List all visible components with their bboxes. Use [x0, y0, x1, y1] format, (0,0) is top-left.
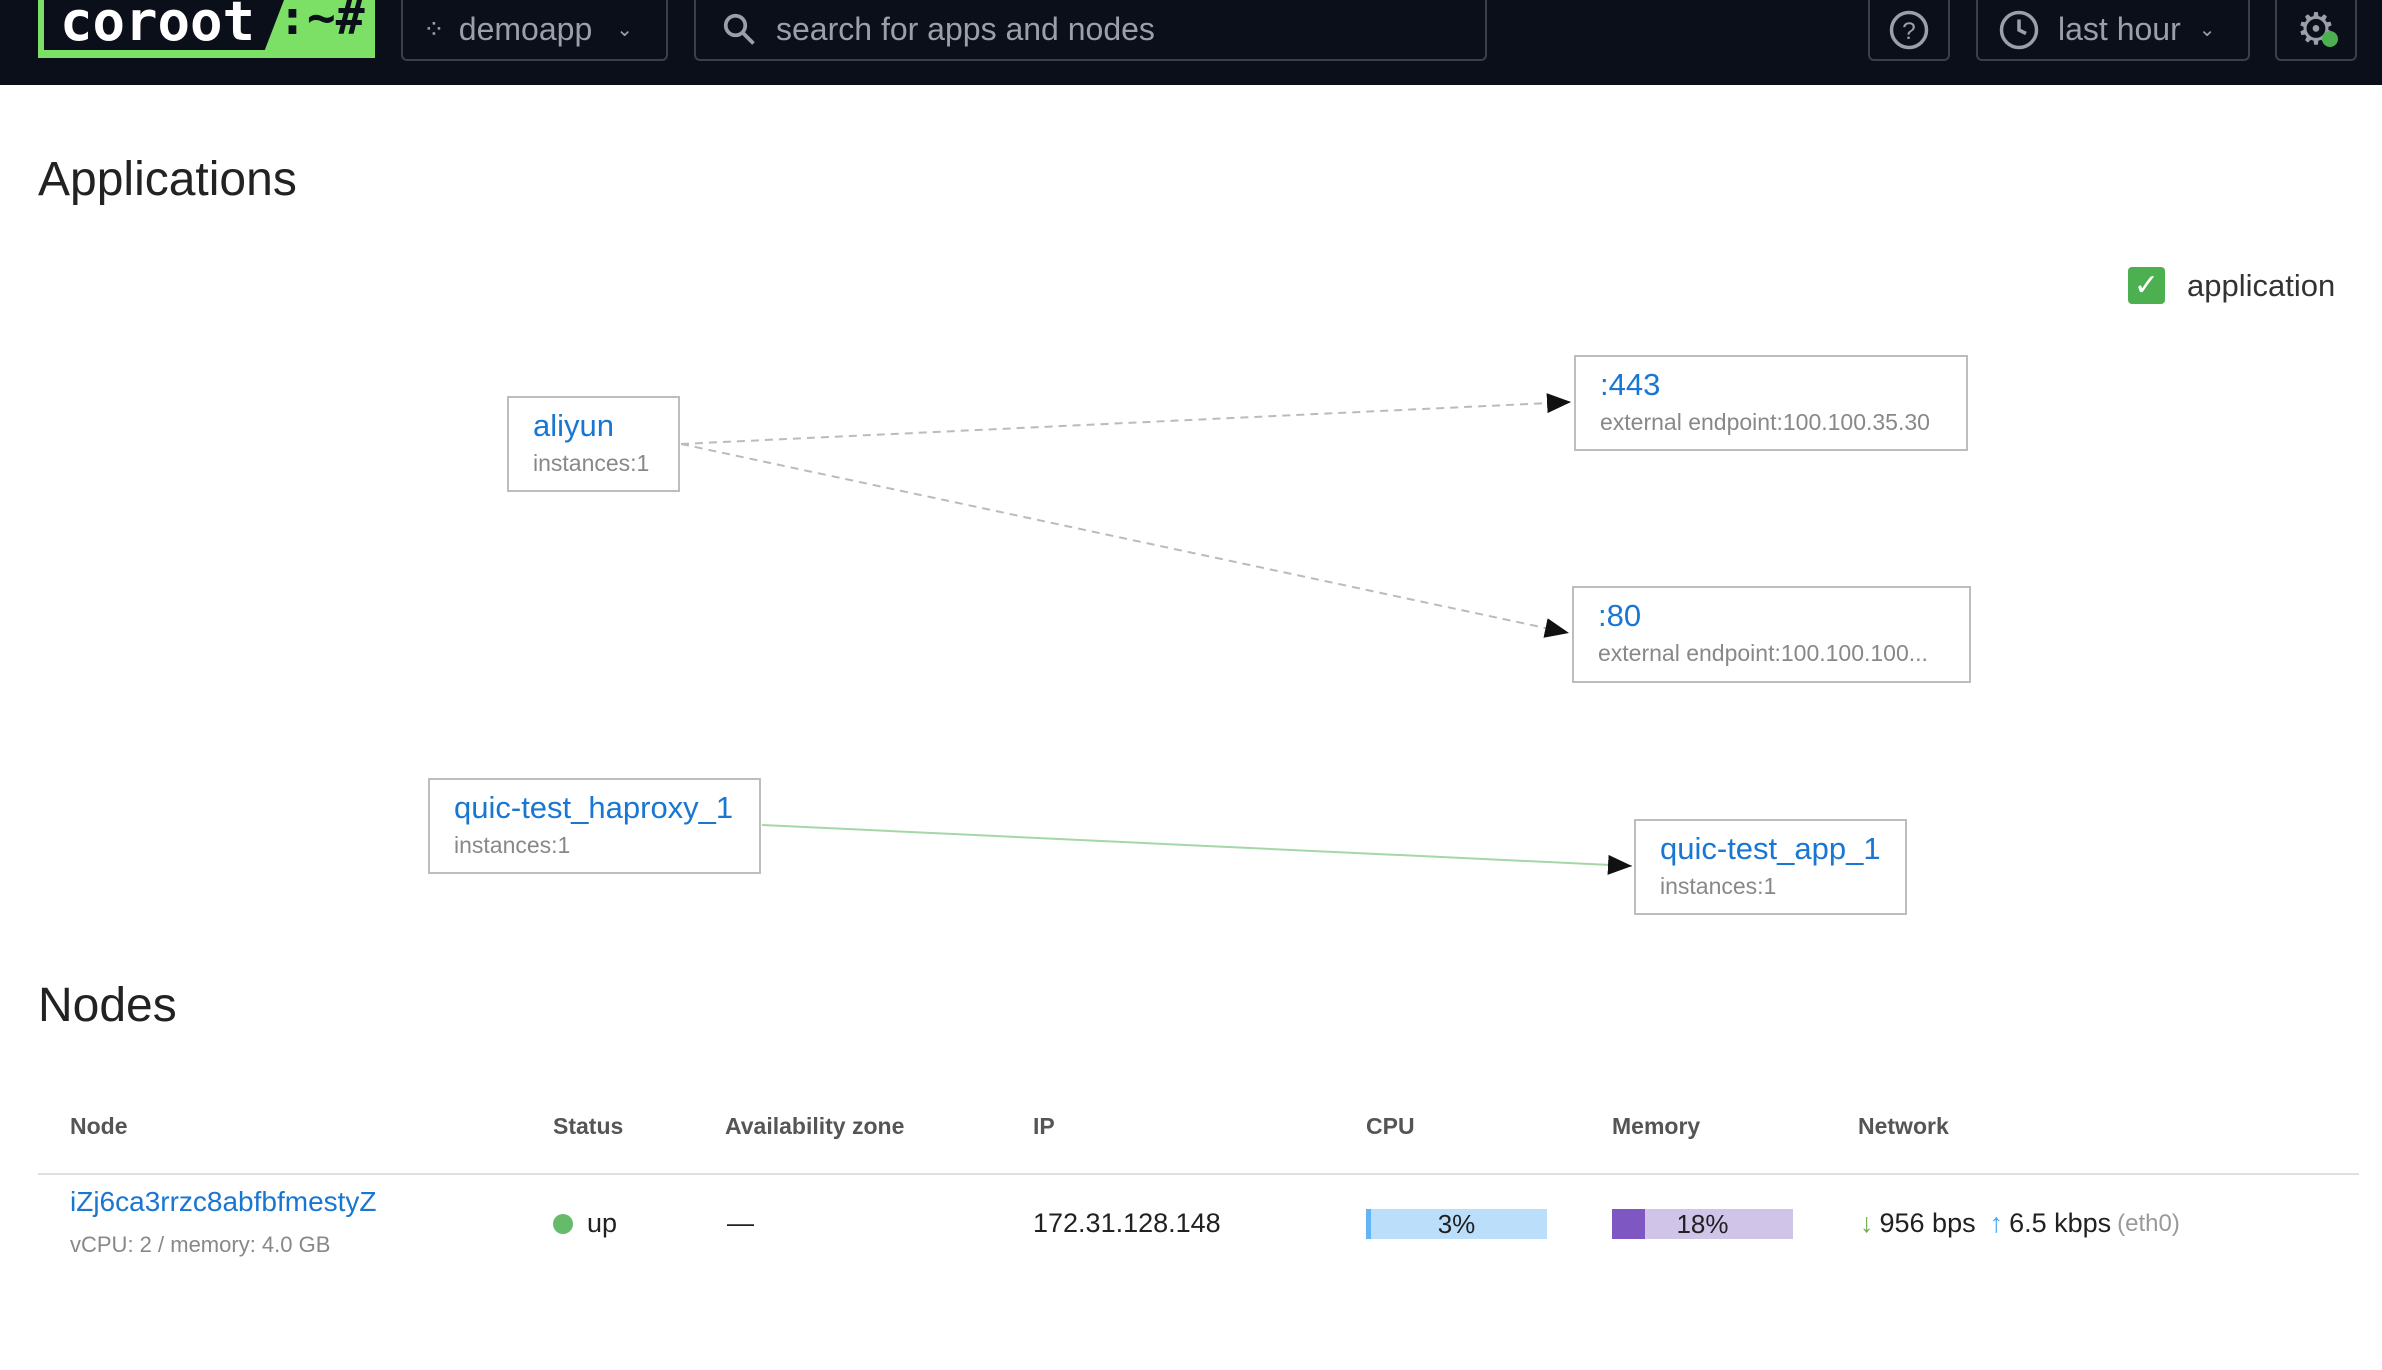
- node-name-link[interactable]: iZj6ca3rrzc8abfbfmestyZ: [70, 1186, 377, 1218]
- table-header-divider: [38, 1173, 2359, 1175]
- status-text: up: [587, 1208, 618, 1238]
- edge-haproxy-app: [761, 824, 1633, 875]
- arrow-up-icon: ↑: [1989, 1208, 2004, 1238]
- app-name[interactable]: :443: [1600, 367, 1942, 403]
- app-name[interactable]: quic-test_app_1: [1660, 831, 1881, 867]
- memory-value: 18%: [1676, 1209, 1729, 1239]
- cpu-bar-fill: [1366, 1209, 1372, 1239]
- app-sub: instances:1: [454, 832, 571, 858]
- cpu-value: 3%: [1437, 1209, 1476, 1239]
- app-sub: external endpoint:100.100.35.30: [1600, 409, 1930, 435]
- cpu-bar: 3%: [1366, 1209, 1547, 1239]
- col-network[interactable]: Network: [1858, 1113, 1949, 1140]
- app-name[interactable]: :80: [1598, 598, 1945, 634]
- app-name[interactable]: aliyun: [533, 408, 654, 444]
- col-node[interactable]: Node: [70, 1113, 128, 1140]
- app-node-haproxy[interactable]: quic-test_haproxy_1 instances:1: [428, 778, 761, 874]
- app-sub: external endpoint:100.100.100...: [1598, 640, 1928, 666]
- node-specs: vCPU: 2 / memory: 4.0 GB: [70, 1232, 331, 1257]
- app-node-app1[interactable]: quic-test_app_1 instances:1: [1634, 819, 1907, 915]
- app-sub: instances:1: [533, 450, 650, 476]
- net-interface: (eth0): [2117, 1209, 2180, 1237]
- col-status[interactable]: Status: [553, 1113, 623, 1140]
- ip-value: 172.31.128.148: [1033, 1208, 1221, 1238]
- net-out: 6.5 kbps: [2009, 1208, 2112, 1238]
- network-value: ↓ 956 bps ↑ 6.5 kbps (eth0): [1860, 1208, 2180, 1239]
- edge-aliyun-80: [680, 443, 1570, 638]
- app-sub: instances:1: [1660, 873, 1777, 899]
- status-dot-icon: [553, 1213, 573, 1234]
- app-node-443[interactable]: :443 external endpoint:100.100.35.30: [1574, 355, 1968, 451]
- col-ip[interactable]: IP: [1033, 1113, 1055, 1140]
- nodes-title: Nodes: [38, 979, 177, 1032]
- dependency-edges: [680, 393, 1633, 875]
- arrow-down-icon: ↓: [1860, 1208, 1874, 1238]
- edge-aliyun-443: [680, 393, 1572, 445]
- memory-bar-fill: [1612, 1209, 1645, 1239]
- net-in: 956 bps: [1879, 1208, 1976, 1238]
- col-memory[interactable]: Memory: [1612, 1113, 1700, 1140]
- status-badge: up: [553, 1208, 617, 1239]
- col-zone[interactable]: Availability zone: [725, 1113, 904, 1140]
- col-cpu[interactable]: CPU: [1366, 1113, 1415, 1140]
- memory-bar: 18%: [1612, 1209, 1793, 1239]
- app-node-80[interactable]: :80 external endpoint:100.100.100...: [1572, 586, 1971, 683]
- app-node-aliyun[interactable]: aliyun instances:1: [507, 396, 680, 492]
- zone-value: —: [727, 1208, 754, 1238]
- app-name[interactable]: quic-test_haproxy_1: [454, 790, 735, 826]
